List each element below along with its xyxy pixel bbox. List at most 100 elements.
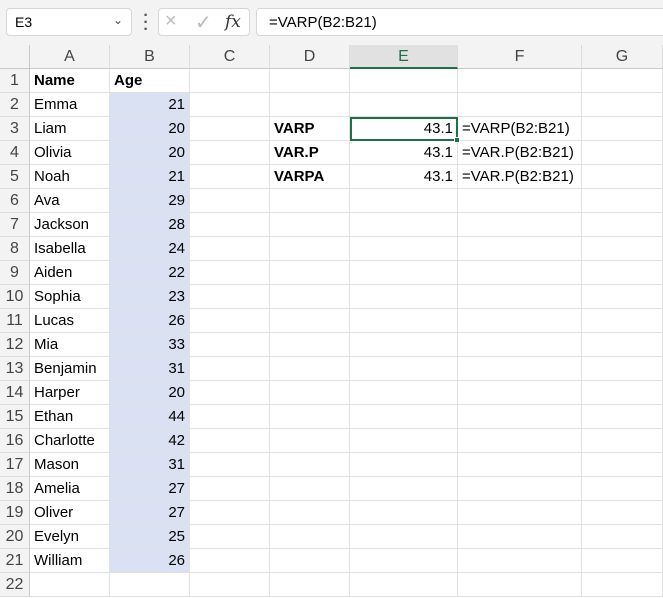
cell-C16[interactable] [190, 429, 270, 453]
cell-G3[interactable] [582, 117, 663, 141]
cell-C1[interactable] [190, 69, 270, 93]
cell-E19[interactable] [350, 501, 458, 525]
cell-G13[interactable] [582, 357, 663, 381]
cell-F2[interactable] [458, 93, 582, 117]
cell-B18[interactable]: 27 [110, 477, 190, 501]
cell-G19[interactable] [582, 501, 663, 525]
cell-D2[interactable] [270, 93, 350, 117]
cell-F4[interactable]: =VAR.P(B2:B21) [458, 141, 582, 165]
cell-G5[interactable] [582, 165, 663, 189]
cell-E15[interactable] [350, 405, 458, 429]
row-header-9[interactable]: 9 [0, 261, 30, 285]
row-header-21[interactable]: 21 [0, 549, 30, 573]
cell-G4[interactable] [582, 141, 663, 165]
cell-B9[interactable]: 22 [110, 261, 190, 285]
row-header-4[interactable]: 4 [0, 141, 30, 165]
cell-B15[interactable]: 44 [110, 405, 190, 429]
row-header-6[interactable]: 6 [0, 189, 30, 213]
cell-D3[interactable]: VARP [270, 117, 350, 141]
cell-A7[interactable]: Jackson [30, 213, 110, 237]
cell-A8[interactable]: Isabella [30, 237, 110, 261]
cell-D5[interactable]: VARPA [270, 165, 350, 189]
cell-C6[interactable] [190, 189, 270, 213]
cell-A4[interactable]: Olivia [30, 141, 110, 165]
cell-E5[interactable]: 43.1 [350, 165, 458, 189]
cell-G21[interactable] [582, 549, 663, 573]
cell-B3[interactable]: 20 [110, 117, 190, 141]
cell-F5[interactable]: =VAR.P(B2:B21) [458, 165, 582, 189]
more-options-icon[interactable]: · · · [143, 8, 149, 38]
cell-B11[interactable]: 26 [110, 309, 190, 333]
row-header-8[interactable]: 8 [0, 237, 30, 261]
cell-B12[interactable]: 33 [110, 333, 190, 357]
cell-C22[interactable] [190, 573, 270, 597]
row-header-7[interactable]: 7 [0, 213, 30, 237]
cell-D1[interactable] [270, 69, 350, 93]
cell-D19[interactable] [270, 501, 350, 525]
fill-handle[interactable] [454, 137, 460, 143]
cell-F15[interactable] [458, 405, 582, 429]
cell-G16[interactable] [582, 429, 663, 453]
cell-C5[interactable] [190, 165, 270, 189]
cell-D9[interactable] [270, 261, 350, 285]
cell-D14[interactable] [270, 381, 350, 405]
cell-D11[interactable] [270, 309, 350, 333]
cell-A16[interactable]: Charlotte [30, 429, 110, 453]
row-header-20[interactable]: 20 [0, 525, 30, 549]
cell-G22[interactable] [582, 573, 663, 597]
cell-G8[interactable] [582, 237, 663, 261]
cell-C2[interactable] [190, 93, 270, 117]
cell-A3[interactable]: Liam [30, 117, 110, 141]
cell-F13[interactable] [458, 357, 582, 381]
cell-F14[interactable] [458, 381, 582, 405]
row-header-13[interactable]: 13 [0, 357, 30, 381]
cell-C12[interactable] [190, 333, 270, 357]
cell-B6[interactable]: 29 [110, 189, 190, 213]
cell-A11[interactable]: Lucas [30, 309, 110, 333]
cell-B10[interactable]: 23 [110, 285, 190, 309]
cell-G10[interactable] [582, 285, 663, 309]
confirm-icon[interactable]: ✓ [195, 10, 212, 35]
cell-E7[interactable] [350, 213, 458, 237]
cell-B22[interactable] [110, 573, 190, 597]
cell-A10[interactable]: Sophia [30, 285, 110, 309]
cell-E4[interactable]: 43.1 [350, 141, 458, 165]
cell-G2[interactable] [582, 93, 663, 117]
cell-A20[interactable]: Evelyn [30, 525, 110, 549]
cell-F19[interactable] [458, 501, 582, 525]
cell-E10[interactable] [350, 285, 458, 309]
cell-D18[interactable] [270, 477, 350, 501]
cell-G18[interactable] [582, 477, 663, 501]
cell-B16[interactable]: 42 [110, 429, 190, 453]
cell-C15[interactable] [190, 405, 270, 429]
cell-B19[interactable]: 27 [110, 501, 190, 525]
cell-G20[interactable] [582, 525, 663, 549]
cell-D12[interactable] [270, 333, 350, 357]
cell-B7[interactable]: 28 [110, 213, 190, 237]
cell-A18[interactable]: Amelia [30, 477, 110, 501]
cell-A17[interactable]: Mason [30, 453, 110, 477]
cell-G6[interactable] [582, 189, 663, 213]
row-header-2[interactable]: 2 [0, 93, 30, 117]
cell-B8[interactable]: 24 [110, 237, 190, 261]
cell-G17[interactable] [582, 453, 663, 477]
cell-E16[interactable] [350, 429, 458, 453]
cell-F17[interactable] [458, 453, 582, 477]
cell-G11[interactable] [582, 309, 663, 333]
cell-E13[interactable] [350, 357, 458, 381]
cell-E12[interactable] [350, 333, 458, 357]
cell-B1[interactable]: Age [110, 69, 190, 93]
cell-D7[interactable] [270, 213, 350, 237]
cell-E9[interactable] [350, 261, 458, 285]
cell-E3[interactable]: 43.1 [350, 117, 458, 141]
cell-D6[interactable] [270, 189, 350, 213]
row-header-14[interactable]: 14 [0, 381, 30, 405]
cell-A15[interactable]: Ethan [30, 405, 110, 429]
column-header-B[interactable]: B [110, 45, 190, 69]
cell-C7[interactable] [190, 213, 270, 237]
cell-B13[interactable]: 31 [110, 357, 190, 381]
cell-G9[interactable] [582, 261, 663, 285]
cell-F16[interactable] [458, 429, 582, 453]
column-header-G[interactable]: G [582, 45, 663, 69]
cell-B2[interactable]: 21 [110, 93, 190, 117]
